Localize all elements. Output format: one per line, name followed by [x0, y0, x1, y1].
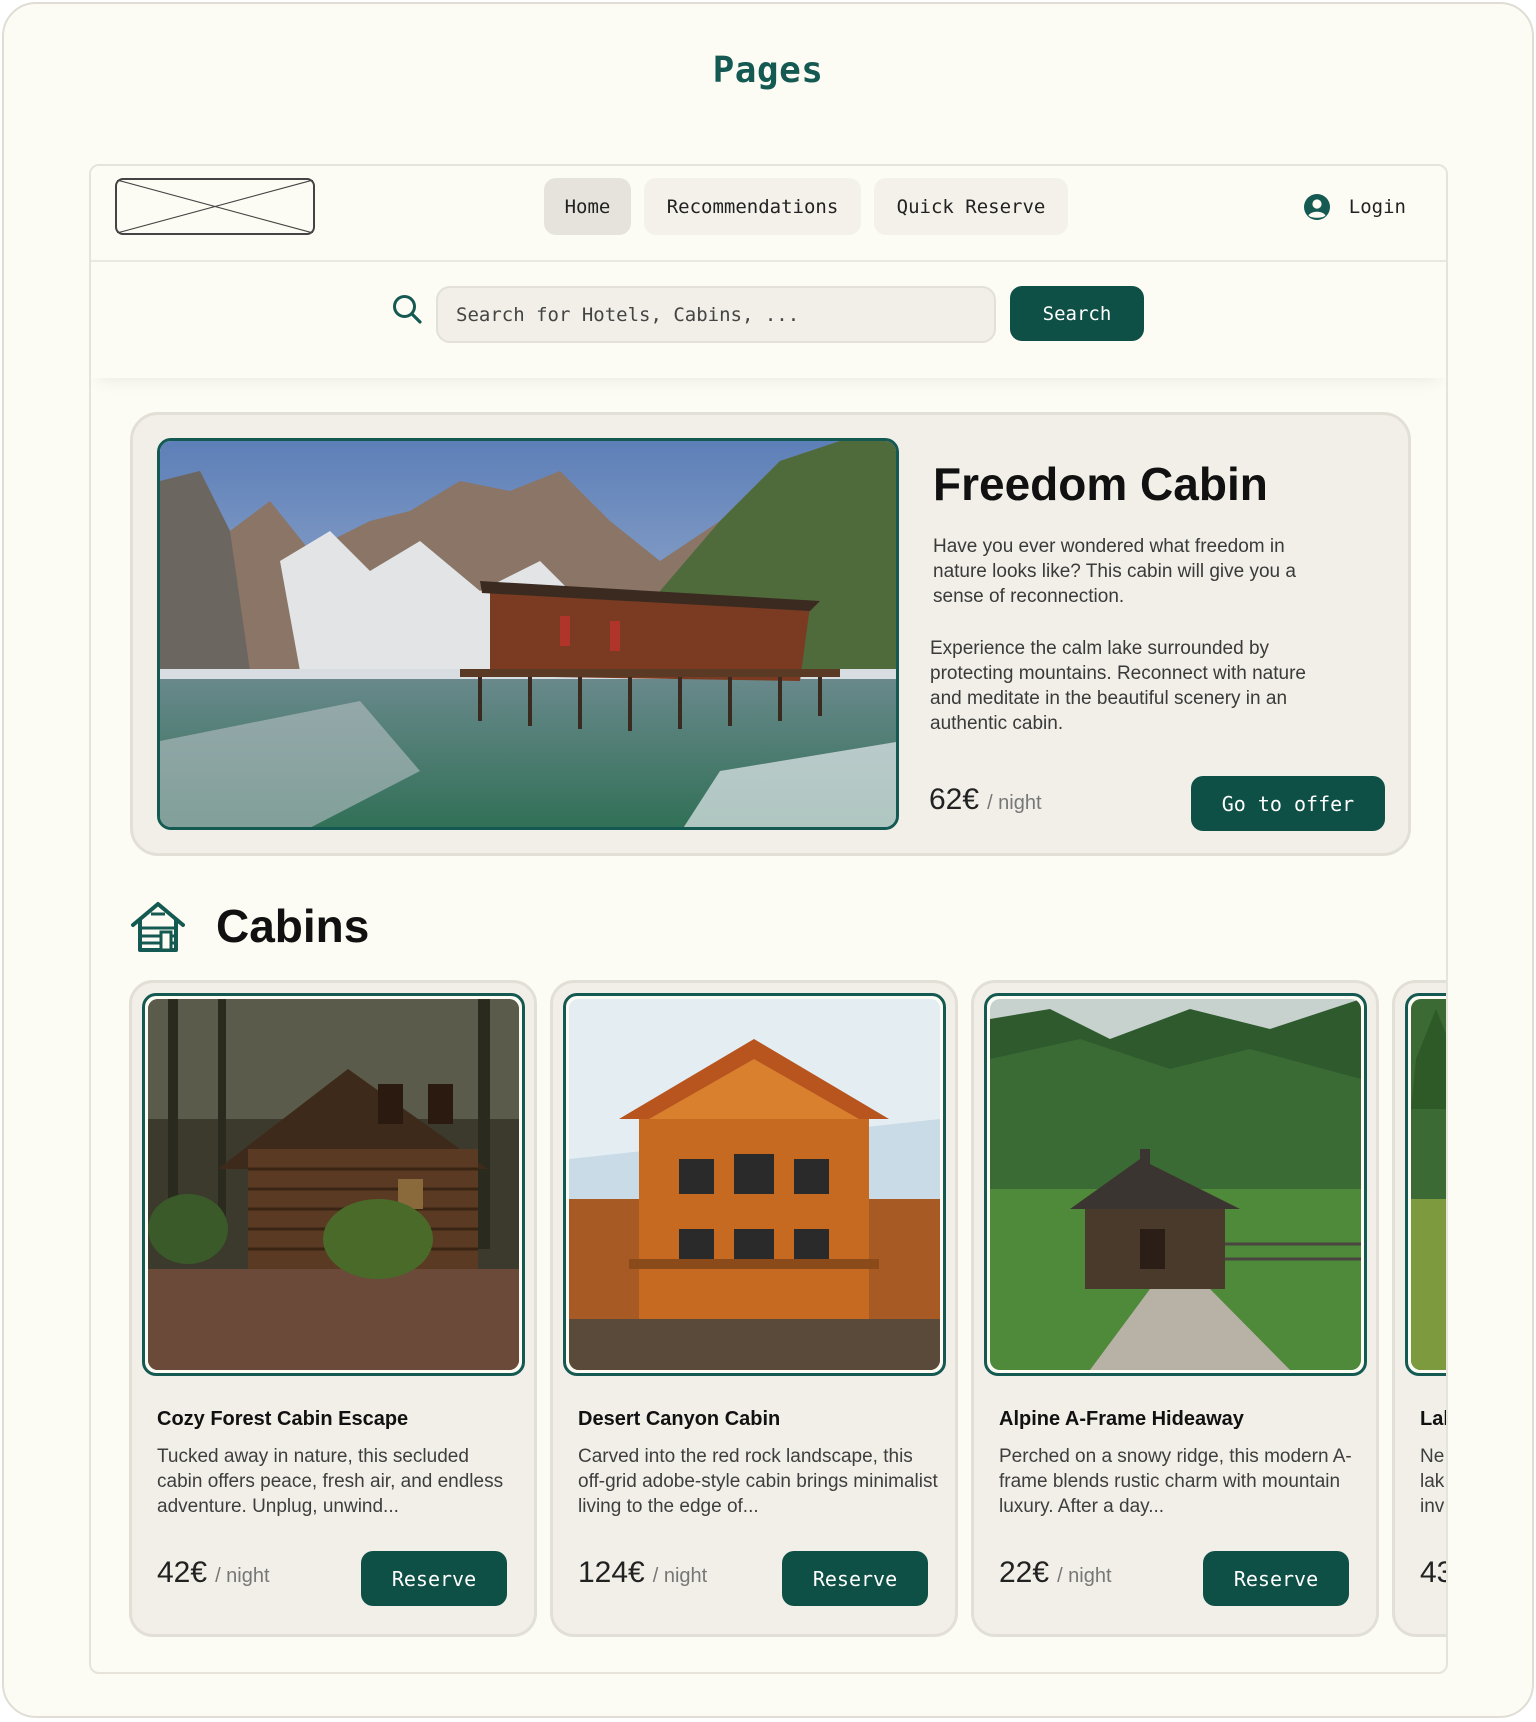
login-label: Login: [1348, 196, 1406, 218]
featured-image: [157, 438, 899, 830]
cabins-section-header: Cabins: [130, 896, 369, 956]
tab-label: Recommendations: [666, 195, 839, 218]
cabin-price: 42€ / night: [157, 1556, 270, 1590]
price-value: 62€: [929, 783, 980, 816]
search-icon: [393, 295, 422, 324]
page-title: Pages: [712, 50, 824, 91]
cabin-title: Cozy Forest Cabin Escape: [157, 1408, 409, 1430]
search-input[interactable]: [436, 286, 996, 343]
price-value: 43: [1420, 1556, 1446, 1589]
login-link[interactable]: Login: [1303, 191, 1406, 223]
cabin-image: [563, 993, 946, 1376]
cabin-card: Cozy Forest Cabin Escape Tucked away in …: [129, 980, 537, 1637]
tab-home[interactable]: Home: [544, 178, 631, 235]
price-unit: / night: [215, 1565, 270, 1587]
tab-label: Home: [564, 195, 611, 218]
search-bar: Search: [91, 262, 1446, 378]
price-unit: / night: [987, 792, 1042, 814]
price-value: 42€: [157, 1556, 208, 1589]
cabin-description: Carved into the red rock landscape, this…: [578, 1446, 938, 1517]
reserve-button[interactable]: Reserve: [361, 1551, 507, 1606]
cabin-title: Alpine A-Frame Hideaway: [999, 1408, 1244, 1430]
cabin-price: 124€ / night: [578, 1556, 707, 1590]
tab-label: Quick Reserve: [896, 195, 1046, 218]
cabin-description: Perched on a snowy ridge, this modern A-…: [999, 1446, 1352, 1517]
featured-price: 62€ / night: [929, 783, 1042, 817]
cabin-description: Tucked away in nature, this secluded cab…: [157, 1446, 504, 1517]
price-value: 124€: [578, 1556, 645, 1589]
tab-quick-reserve[interactable]: Quick Reserve: [874, 178, 1068, 235]
cabin-image: [1405, 993, 1446, 1376]
search-button[interactable]: Search: [1010, 286, 1144, 341]
price-unit: / night: [652, 1565, 708, 1587]
app-window: Home Recommendations Quick Reserve Login…: [89, 164, 1448, 1674]
go-to-offer-button[interactable]: Go to offer: [1191, 776, 1385, 831]
featured-offer: Freedom Cabin Have you ever wondered wha…: [130, 412, 1411, 856]
cabin-icon: [131, 902, 185, 952]
price-value: 22€: [999, 1556, 1050, 1589]
reserve-button[interactable]: Reserve: [1203, 1551, 1349, 1606]
logo-placeholder[interactable]: [115, 178, 315, 235]
cabin-title: Desert Canyon Cabin: [578, 1408, 781, 1430]
cabin-card: Lal Ne lak inv 43: [1392, 980, 1448, 1637]
cabin-price: 22€ / night: [999, 1556, 1112, 1590]
cabin-description: Ne lak inv: [1420, 1446, 1445, 1517]
featured-description-extra: Experience the calm lake surrounded by p…: [930, 638, 1306, 734]
image-placeholder-icon: [117, 180, 313, 233]
cabin-card: Desert Canyon Cabin Carved into the red …: [550, 980, 958, 1637]
cabin-card: Alpine A-Frame Hideaway Perched on a sno…: [971, 980, 1379, 1637]
cabin-title: Lal: [1420, 1408, 1448, 1430]
section-title: Cabins: [216, 900, 370, 952]
cabin-image: [142, 993, 525, 1376]
user-circle-icon: [1303, 194, 1330, 220]
cabin-image: [984, 993, 1367, 1376]
featured-title: Freedom Cabin: [933, 458, 1268, 510]
navbar: Home Recommendations Quick Reserve Login: [91, 166, 1446, 262]
cabin-price: 43: [1420, 1556, 1446, 1590]
tab-recommendations[interactable]: Recommendations: [644, 178, 861, 235]
reserve-button[interactable]: Reserve: [782, 1551, 928, 1606]
featured-description: Have you ever wondered what freedom in n…: [933, 536, 1296, 607]
price-unit: / night: [1057, 1565, 1112, 1587]
